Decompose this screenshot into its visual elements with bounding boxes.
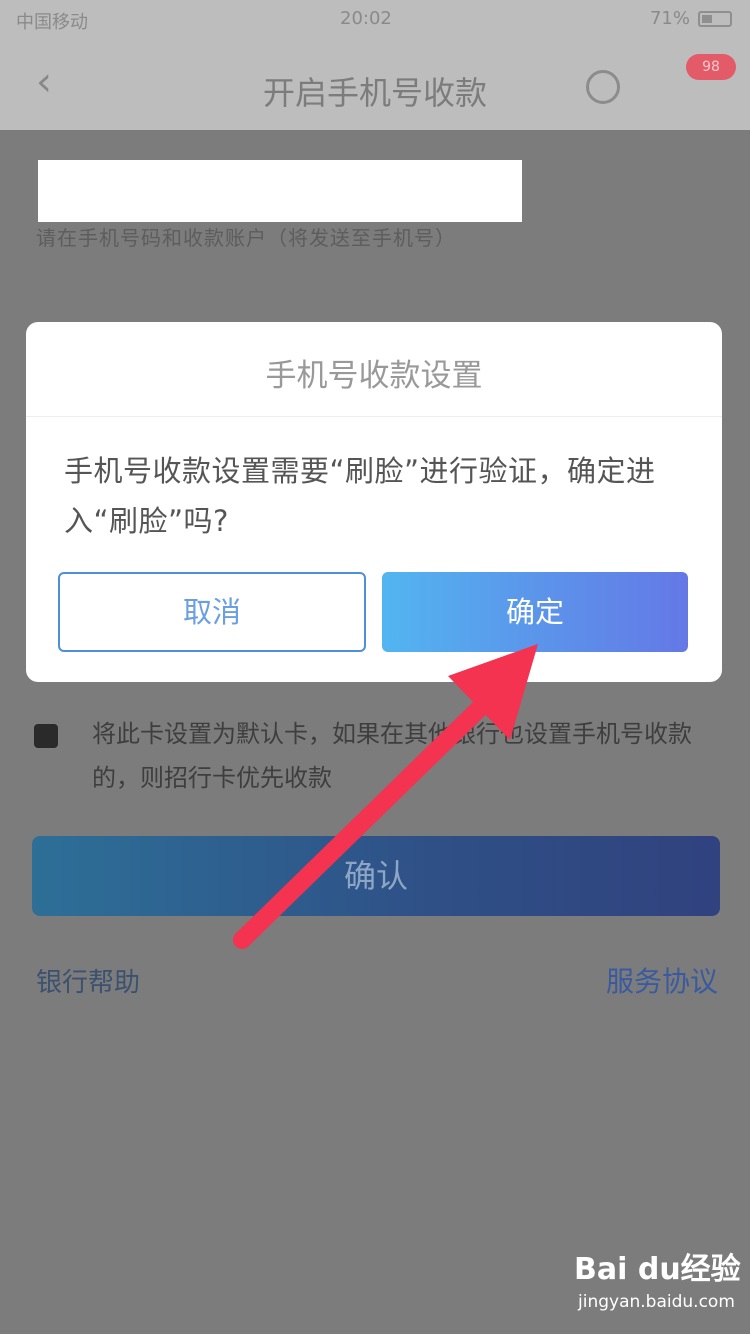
confirm-button[interactable]: 确认 [32, 836, 720, 916]
page-title: 开启手机号收款 [262, 74, 487, 112]
notification-badge[interactable]: 98 [686, 54, 736, 80]
dialog-message: 手机号收款设置需要“刷脸”进行验证，确定进入“刷脸”吗? [64, 454, 656, 538]
status-bar: 中国移动 20:02 71% [0, 0, 750, 40]
nav-bar: ‹ 开启手机号收款 98 [0, 40, 750, 130]
carrier-label: 中国移动 [16, 12, 88, 33]
baidu-jingyan-watermark: Bai du经验 jingyan.baidu.com [574, 1244, 741, 1324]
default-card-label: 将此卡设置为默认卡，如果在其他银行也设置手机号收款的，则招行卡优先收款 [92, 720, 692, 792]
battery-percent: 71% [649, 8, 690, 29]
cancel-button[interactable]: 取消 [58, 572, 366, 652]
battery-icon [698, 11, 732, 27]
watermark-site: jingyan.baidu.com [578, 1292, 735, 1312]
watermark-brand: Bai du经验 [574, 1252, 741, 1287]
page-subtitle: 请在手机号码和收款账户（将发送至手机号） [36, 226, 456, 250]
help-link[interactable]: 银行帮助 [36, 962, 140, 999]
default-card-checkbox[interactable] [34, 724, 58, 748]
service-agreement-link[interactable]: 服务协议 [606, 960, 718, 1000]
dialog-divider [26, 416, 722, 417]
redacted-header-box [38, 160, 522, 222]
face-verify-dialog: 手机号收款设置 手机号收款设置需要“刷脸”进行验证，确定进入“刷脸”吗? 取消 … [26, 322, 722, 682]
clock: 20:02 [340, 8, 392, 29]
more-circle-icon[interactable] [586, 70, 620, 104]
dialog-title: 手机号收款设置 [265, 358, 483, 394]
ok-button[interactable]: 确定 [382, 572, 688, 652]
